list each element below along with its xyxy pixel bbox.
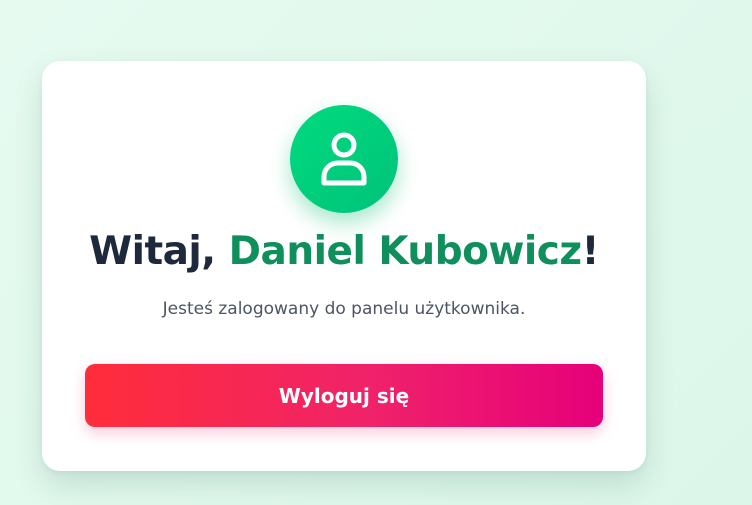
welcome-card: Witaj, Daniel Kubowicz! Jesteś zalogowan…	[42, 61, 646, 471]
avatar	[290, 105, 398, 213]
greeting-prefix: Witaj,	[89, 229, 229, 274]
subtitle: Jesteś zalogowany do panelu użytkownika.	[162, 299, 526, 319]
greeting-suffix: !	[581, 229, 600, 274]
logout-button[interactable]: Wyloguj się	[85, 364, 603, 427]
page-title: Witaj, Daniel Kubowicz!	[42, 229, 646, 274]
user-icon	[320, 131, 368, 187]
user-name: Daniel Kubowicz	[228, 229, 582, 274]
